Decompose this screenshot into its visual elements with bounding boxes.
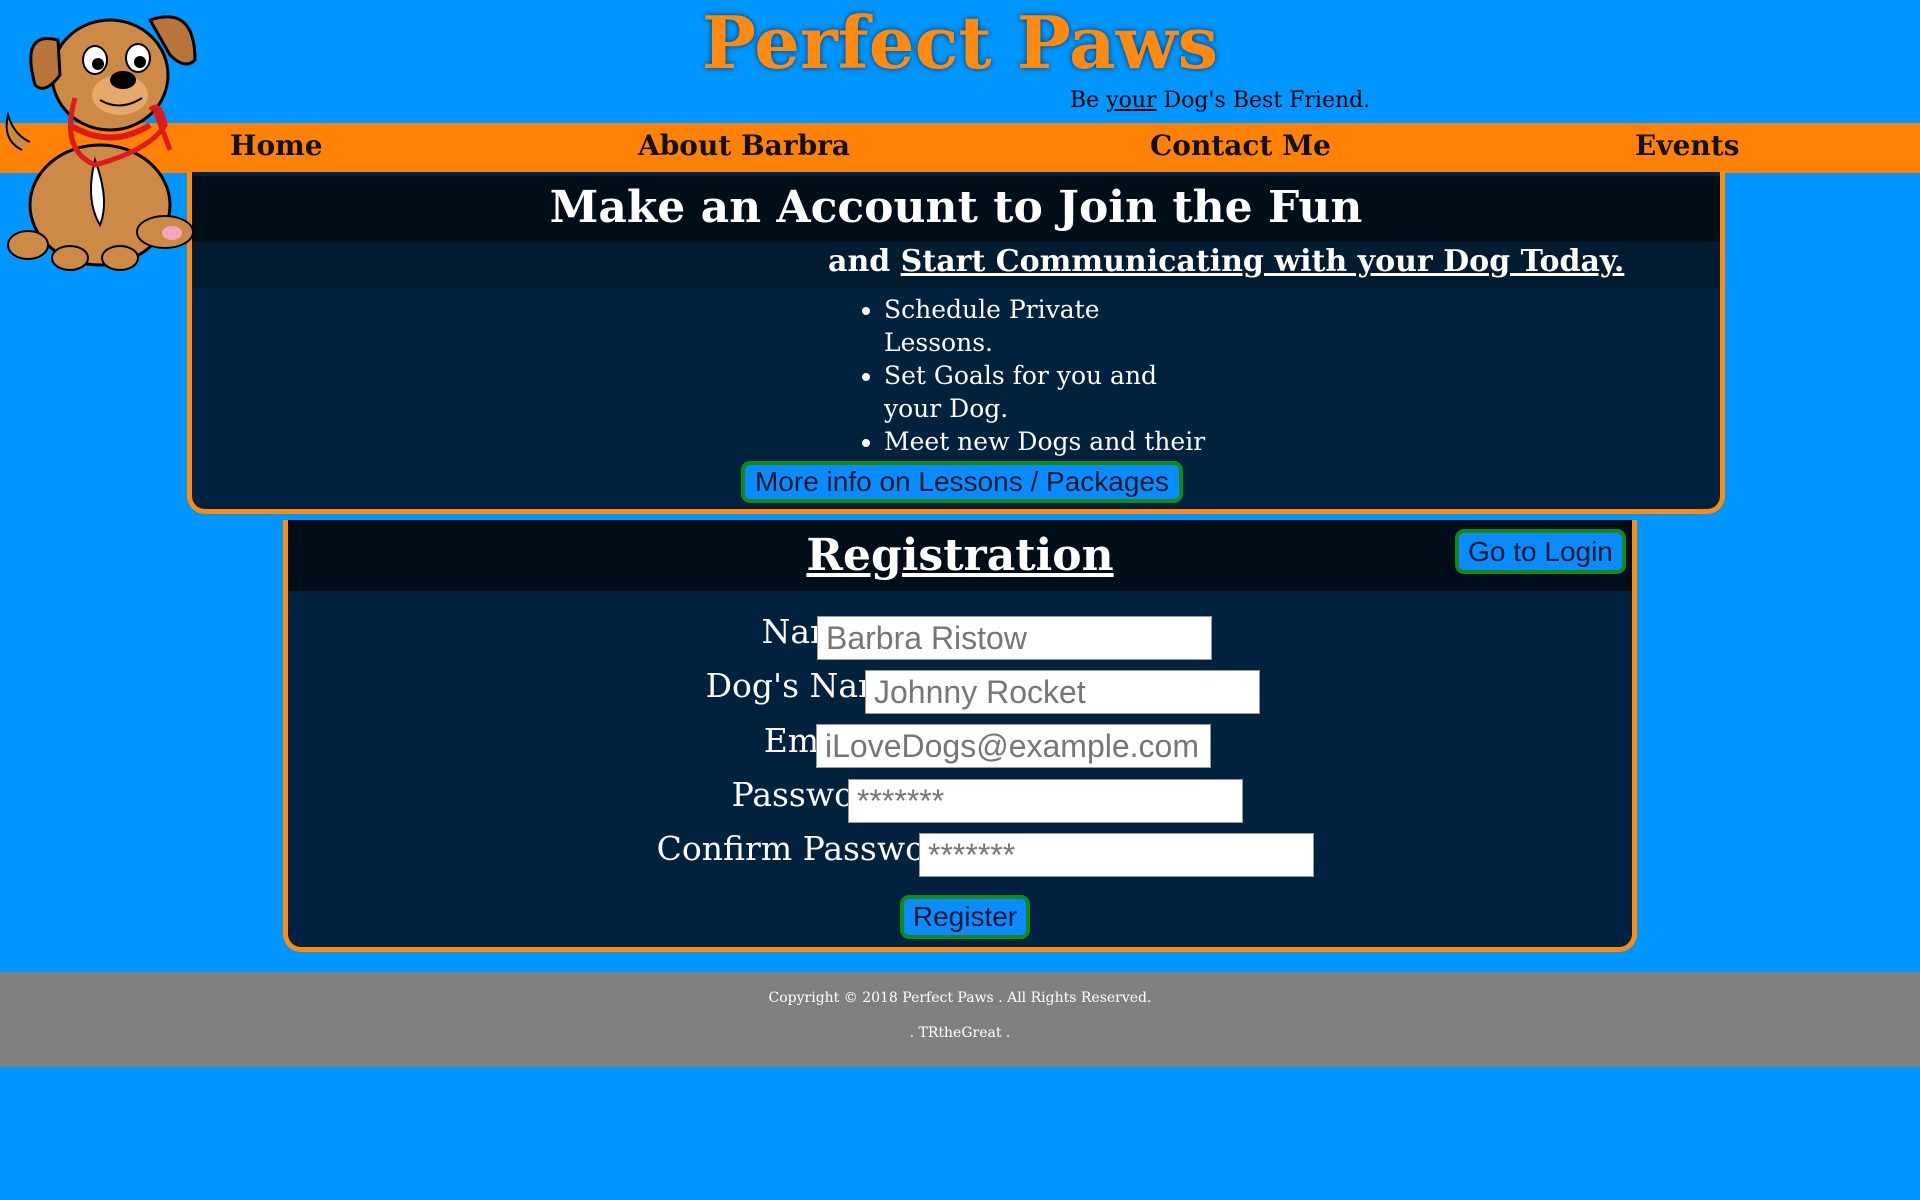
site-title: Perfect Paws [701,0,1219,85]
registration-panel: Registration Go to Login Name: Dog's Nam… [283,520,1637,952]
credit-text: . TRtheGreat . [909,1025,1011,1041]
account-promo-panel: Make an Account to Join the Fun and Star… [187,172,1725,514]
footer: Copyright © 2018 Perfect Paws . All Righ… [0,972,1920,1067]
promo-title: Make an Account to Join the Fun [549,182,1363,233]
name-field[interactable] [817,616,1212,660]
main-navigation: Home About Barbra Contact Me Events [0,123,1920,173]
go-to-login-button[interactable]: Go to Login [1455,529,1626,574]
email-field[interactable] [816,724,1211,768]
nav-about[interactable]: About Barbra [638,129,850,162]
promo-subtitle: and Start Communicating with your Dog To… [828,244,1625,279]
nav-contact[interactable]: Contact Me [1150,129,1331,162]
registration-title: Registration [806,530,1114,581]
copyright-text: Copyright © 2018 Perfect Paws . All Righ… [768,990,1152,1006]
dog-name-field[interactable] [865,670,1260,714]
nav-home[interactable]: Home [230,129,323,162]
lessons-info-button[interactable]: More info on Lessons / Packages [741,461,1183,503]
tagline: Be your Dog's Best Friend. [1070,88,1371,113]
password-field[interactable] [848,779,1243,823]
list-item: Set Goals for you and your Dog. [884,359,1214,425]
puppy-mascot-icon [5,15,197,271]
confirm-password-field[interactable] [919,833,1314,877]
register-button[interactable]: Register [900,895,1030,939]
nav-events[interactable]: Events [1635,129,1739,162]
tagline-emphasis: your [1106,88,1157,113]
promo-subtitle-link[interactable]: Start Communicating with your Dog Today. [901,244,1625,279]
list-item: Schedule Private Lessons. [884,293,1214,359]
